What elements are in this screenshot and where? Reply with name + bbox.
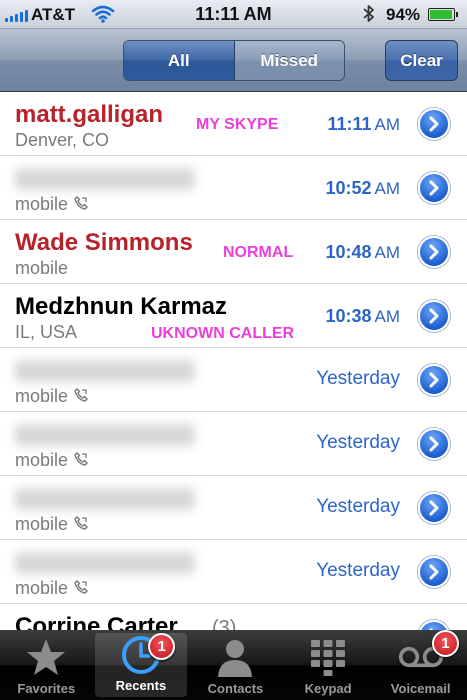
segment-missed[interactable]: Missed bbox=[234, 41, 344, 80]
call-time-value: 10:38 bbox=[325, 306, 372, 326]
info-chevron-icon[interactable] bbox=[418, 300, 450, 332]
call-time: Yesterday bbox=[316, 560, 400, 582]
status-bar: AT&T 11:11 AM 94% bbox=[0, 0, 467, 29]
call-time: 10:48 AM bbox=[325, 242, 400, 263]
call-time-value: Yesterday bbox=[316, 432, 400, 453]
call-row[interactable]: matt.galligan Denver, CO 11:11 AM MY SKYPE bbox=[0, 92, 467, 156]
call-detail-label: mobile bbox=[15, 450, 69, 470]
clear-button[interactable]: Clear bbox=[385, 40, 458, 81]
battery-icon bbox=[428, 8, 458, 21]
tab-bar: Favorites Recents 1 Contacts Keypad Voicemail… bbox=[0, 630, 467, 700]
tab-label: Favorites bbox=[17, 681, 76, 696]
phone-handset-icon bbox=[74, 452, 89, 469]
call-row[interactable]: Corrine Carter mobile 10:52AM bbox=[0, 156, 467, 220]
call-detail-label: IL, USA bbox=[15, 322, 78, 342]
call-time-value: 10:52 bbox=[325, 178, 372, 198]
tab-recents[interactable]: Recents 1 bbox=[94, 633, 188, 697]
call-detail: IL, USA bbox=[15, 322, 77, 343]
call-row[interactable]: Ryan Galligan mobile Yesterday bbox=[0, 540, 467, 604]
call-time-value: 10:48 bbox=[325, 242, 372, 262]
notification-badge: 1 bbox=[431, 630, 459, 657]
call-time: 11:11 AM bbox=[327, 114, 400, 135]
info-chevron-icon[interactable] bbox=[418, 556, 450, 588]
info-chevron-icon[interactable] bbox=[418, 236, 450, 268]
call-count: (3) bbox=[212, 617, 237, 630]
call-detail: mobile bbox=[15, 386, 89, 407]
tab-label: Contacts bbox=[207, 681, 264, 696]
tab-label: Recents bbox=[115, 678, 167, 693]
info-chevron-icon[interactable] bbox=[418, 364, 450, 396]
annotation-label: NORMAL bbox=[223, 244, 294, 261]
call-detail: mobile bbox=[15, 578, 89, 599]
person-icon bbox=[212, 635, 258, 679]
segment-all[interactable]: All bbox=[124, 41, 235, 80]
caller-name: Medzhnun Karmaz bbox=[15, 293, 228, 320]
caller-name: Ryan Galligan bbox=[15, 552, 195, 574]
caller-name: matt.galligan bbox=[15, 101, 164, 128]
call-time-ampm: AM bbox=[374, 179, 401, 198]
call-time: Yesterday bbox=[316, 496, 400, 518]
annotation-label: UKNOWN CALLER bbox=[151, 325, 295, 342]
bluetooth-icon bbox=[362, 3, 376, 30]
call-time-value: 11:11 bbox=[327, 114, 372, 134]
call-time: 10:38 AM bbox=[325, 306, 400, 327]
tab-keypad[interactable]: Keypad bbox=[282, 630, 375, 700]
info-chevron-icon[interactable] bbox=[418, 428, 450, 460]
phone-handset-icon bbox=[74, 580, 89, 597]
caller-name: Nancy Galligan bbox=[15, 424, 195, 446]
star-icon bbox=[23, 635, 69, 679]
call-detail-label: mobile bbox=[15, 258, 69, 278]
call-time-ampm: AM bbox=[374, 307, 401, 326]
call-row[interactable]: Josh Mitchell mobile Yesterday bbox=[0, 476, 467, 540]
call-detail: mobile bbox=[15, 514, 89, 535]
call-detail-label: mobile bbox=[15, 386, 69, 406]
call-row[interactable]: Nancy Galligan mobile Yesterday bbox=[0, 412, 467, 476]
tab-voicemail[interactable]: Voicemail 1 bbox=[374, 630, 467, 700]
phone-handset-icon bbox=[74, 516, 89, 533]
call-time-value: Yesterday bbox=[316, 368, 400, 389]
info-chevron-icon[interactable] bbox=[418, 108, 450, 140]
call-row[interactable]: Wade Simmons mobile 10:48 AM NORMAL bbox=[0, 220, 467, 284]
navigation-bar: All Missed Clear bbox=[0, 29, 467, 92]
call-time-value: Yesterday bbox=[316, 496, 400, 517]
call-time: Yesterday bbox=[316, 368, 400, 390]
caller-name: Corrine Carter bbox=[15, 360, 195, 382]
tab-label: Keypad bbox=[304, 681, 352, 696]
call-row[interactable]: Corrine Carter mobile Yesterday bbox=[0, 348, 467, 412]
call-detail-label: mobile bbox=[15, 194, 69, 214]
call-time-value: Yesterday bbox=[316, 560, 400, 581]
battery-percent: 94% bbox=[386, 5, 421, 24]
call-time: 10:52 AM bbox=[325, 178, 400, 199]
call-detail-label: mobile bbox=[15, 514, 69, 534]
tab-favorites[interactable]: Favorites bbox=[0, 630, 93, 700]
caller-name: Wade Simmons bbox=[15, 229, 193, 256]
info-chevron-icon[interactable] bbox=[418, 492, 450, 524]
info-chevron-icon[interactable] bbox=[418, 172, 450, 204]
call-time-ampm: AM bbox=[374, 115, 401, 134]
phone-handset-icon bbox=[74, 388, 89, 405]
tab-contacts[interactable]: Contacts bbox=[189, 630, 282, 700]
call-row[interactable]: Corrine Carter (3) bbox=[0, 604, 467, 630]
call-detail-label: mobile bbox=[15, 578, 69, 598]
call-time: Yesterday bbox=[316, 432, 400, 454]
caller-name: Corrine Carter bbox=[15, 613, 178, 630]
info-chevron-icon[interactable] bbox=[418, 620, 450, 630]
recent-calls-list: matt.galliganDenver, CO11:11AMMY SKYPECo… bbox=[0, 92, 467, 630]
call-row[interactable]: Medzhnun Karmaz IL, USA 10:38 AM UKNOWN CALL… bbox=[0, 284, 467, 348]
call-time-ampm: AM bbox=[374, 243, 401, 262]
annotation-label: MY SKYPE bbox=[196, 116, 279, 133]
call-detail: mobile bbox=[15, 194, 89, 215]
caller-name: Corrine Carter bbox=[15, 168, 195, 190]
keypad-icon bbox=[305, 635, 351, 679]
call-detail-label: Denver, CO bbox=[15, 130, 110, 150]
call-detail: mobile bbox=[15, 450, 89, 471]
call-detail: mobile bbox=[15, 258, 68, 279]
tab-label: Voicemail bbox=[390, 681, 451, 696]
phone-handset-icon bbox=[74, 196, 89, 213]
calls-filter-segmented-control: All Missed bbox=[123, 40, 345, 81]
call-detail: Denver, CO bbox=[15, 130, 109, 151]
caller-name: Josh Mitchell bbox=[15, 488, 195, 510]
notification-badge: 1 bbox=[148, 633, 176, 660]
